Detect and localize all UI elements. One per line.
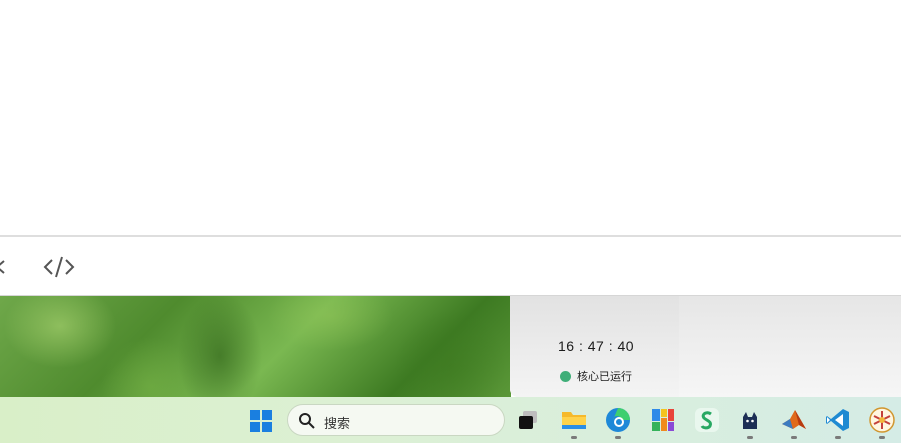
- editor-toolbar: [0, 237, 901, 296]
- status-dot: [560, 371, 571, 382]
- task-view-icon[interactable]: [516, 407, 542, 433]
- vscode-icon[interactable]: [825, 407, 851, 433]
- round-app-icon[interactable]: [869, 407, 895, 433]
- status-widget: 16 : 47 : 40 核心已运行: [510, 296, 901, 397]
- running-indicator: [615, 436, 621, 439]
- taskbar-search-box[interactable]: 搜索: [287, 404, 505, 436]
- matlab-icon[interactable]: [781, 407, 807, 433]
- windows-start-icon[interactable]: [250, 410, 272, 432]
- status-text: 核心已运行: [577, 370, 632, 383]
- colorful-app-icon[interactable]: [650, 407, 676, 433]
- green-s-app-icon[interactable]: [694, 407, 720, 433]
- running-indicator: [747, 436, 753, 439]
- widget-panel: 16 : 47 : 40 核心已运行: [510, 296, 679, 397]
- search-placeholder: 搜索: [324, 417, 351, 432]
- file-explorer-icon[interactable]: [561, 407, 587, 433]
- desktop-wallpaper: [0, 296, 511, 397]
- running-indicator: [791, 436, 797, 439]
- widget-side-panel: [679, 296, 901, 397]
- partial-chevron-icon[interactable]: [0, 253, 20, 281]
- running-indicator: [879, 436, 885, 439]
- taskbar: 搜索: [0, 397, 901, 443]
- search-icon: [298, 412, 316, 434]
- running-indicator: [835, 436, 841, 439]
- edge-icon[interactable]: [605, 407, 631, 433]
- cat-app-icon[interactable]: [737, 407, 763, 433]
- running-indicator: [571, 436, 577, 439]
- content-area: [0, 0, 901, 235]
- code-icon[interactable]: [43, 253, 75, 281]
- clock-time: 16 : 47 : 40: [558, 338, 635, 354]
